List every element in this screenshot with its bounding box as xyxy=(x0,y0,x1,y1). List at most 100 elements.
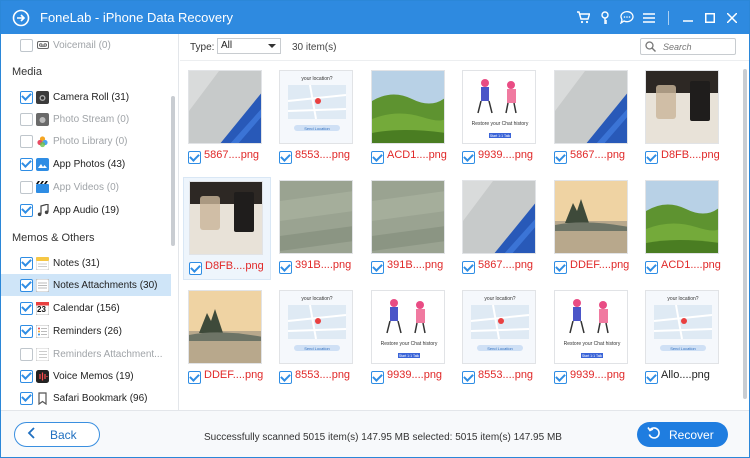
thumbnail-checkbox[interactable] xyxy=(645,371,658,384)
minimize-icon[interactable] xyxy=(677,1,699,34)
checkbox[interactable] xyxy=(20,38,33,52)
thumbnail-tile[interactable]: D8FB....png xyxy=(640,67,728,170)
thumbnail-checkbox[interactable] xyxy=(462,151,475,164)
thumbnail-tile[interactable]: your location? Send Location 8553....png xyxy=(457,287,545,390)
checkbox[interactable] xyxy=(20,301,33,315)
thumbnail-image[interactable] xyxy=(645,180,719,254)
thumbnail-image[interactable] xyxy=(371,70,445,144)
thumbnail-checkbox[interactable] xyxy=(371,151,384,164)
content-scrollbar[interactable] xyxy=(742,63,748,403)
sidebar-item-app-audio[interactable]: App Audio (19) xyxy=(1,199,171,221)
recover-button[interactable]: Recover xyxy=(637,422,728,447)
checkbox[interactable] xyxy=(20,278,33,292)
thumbnail-tile[interactable]: 5867....png xyxy=(457,177,545,280)
thumbnail-image[interactable] xyxy=(188,290,262,364)
thumbnail-tile[interactable]: ACD1....png xyxy=(640,177,728,280)
thumbnail-image[interactable] xyxy=(279,180,353,254)
thumbnail-tile[interactable]: DDEF....png xyxy=(183,287,271,390)
thumbnail-image[interactable]: your location? Send Location xyxy=(279,290,353,364)
checkbox[interactable] xyxy=(20,180,33,194)
checkbox[interactable] xyxy=(20,391,33,405)
checkbox[interactable] xyxy=(20,256,33,270)
checkbox[interactable] xyxy=(20,157,33,171)
close-icon[interactable] xyxy=(721,1,743,34)
sidebar-item-reminders[interactable]: Reminders (26) xyxy=(1,320,171,342)
thumbnail-image[interactable]: Restore your Chat history Start 1:1 Talk xyxy=(371,290,445,364)
scrollbar-thumb[interactable] xyxy=(743,69,747,399)
thumbnail-checkbox[interactable] xyxy=(189,262,202,275)
thumbnail-tile[interactable]: ACD1....png xyxy=(366,67,454,170)
thumbnail-tile[interactable]: your location? Send Location 8553....png xyxy=(274,287,362,390)
thumbnail-tile[interactable]: 391B....png xyxy=(366,177,454,280)
cart-icon[interactable] xyxy=(572,1,594,34)
thumbnail-checkbox[interactable] xyxy=(462,371,475,384)
thumbnail-tile[interactable]: your location? Send Location 8553....png xyxy=(274,67,362,170)
back-button[interactable]: Back xyxy=(14,422,100,447)
thumbnail-checkbox[interactable] xyxy=(188,151,201,164)
thumbnail-tile[interactable]: Restore your Chat history Start 1:1 Talk 9… xyxy=(366,287,454,390)
thumbnail-image[interactable]: your location? Send Location xyxy=(279,70,353,144)
thumbnail-image[interactable]: Restore your Chat history Start 1:1 Talk xyxy=(462,70,536,144)
sidebar-item-safari-bookmark[interactable]: Safari Bookmark (96) xyxy=(1,387,171,409)
chat-icon[interactable] xyxy=(616,1,638,34)
checkbox[interactable] xyxy=(20,369,33,383)
thumbnail-image[interactable] xyxy=(371,180,445,254)
thumbnail-checkbox[interactable] xyxy=(645,261,658,274)
sidebar-item-app-videos[interactable]: App Videos (0) xyxy=(1,176,171,198)
thumbnail-tile[interactable]: 391B....png xyxy=(274,177,362,280)
search-input[interactable] xyxy=(663,41,731,53)
thumbnail-checkbox[interactable] xyxy=(188,371,201,384)
checkbox[interactable] xyxy=(20,324,33,338)
thumbnail-checkbox[interactable] xyxy=(645,151,658,164)
thumbnail-tile[interactable]: your location? Send Location Allo....png xyxy=(640,287,728,390)
checkbox[interactable] xyxy=(20,347,33,361)
thumbnail-checkbox[interactable] xyxy=(279,261,292,274)
thumbnail-image[interactable]: your location? Send Location xyxy=(462,290,536,364)
sidebar-item-camera-roll[interactable]: Camera Roll (31) xyxy=(1,86,171,108)
maximize-icon[interactable] xyxy=(699,1,721,34)
sidebar-item-notes[interactable]: Notes (31) xyxy=(1,252,171,274)
sidebar-item-calendar[interactable]: 23 Calendar (156) xyxy=(1,297,171,319)
thumbnail-image[interactable] xyxy=(554,180,628,254)
checkbox[interactable] xyxy=(20,203,33,217)
thumbnail-image[interactable] xyxy=(188,70,262,144)
thumbnail-tile[interactable]: Restore your Chat history Start 1:1 Talk 9… xyxy=(549,287,637,390)
sidebar-item-notes-attachments[interactable]: Notes Attachments (30) xyxy=(1,274,171,296)
sidebar-item-label: Reminders (26) xyxy=(53,325,122,337)
thumbnail-checkbox[interactable] xyxy=(462,261,475,274)
thumbnail-checkbox[interactable] xyxy=(554,151,567,164)
thumbnail-tile[interactable]: 5867....png xyxy=(183,67,271,170)
thumbnail-tile[interactable]: D8FB....png xyxy=(183,177,271,280)
thumbnail-tile[interactable]: Restore your Chat history Start 1:1 Talk 9… xyxy=(457,67,545,170)
thumbnail-image[interactable]: your location? Send Location xyxy=(645,290,719,364)
thumbnail-checkbox[interactable] xyxy=(554,261,567,274)
thumbnail-checkbox[interactable] xyxy=(371,371,384,384)
sidebar-item-voice-memos[interactable]: Voice Memos (19) xyxy=(1,365,171,387)
sidebar-item-voicemail[interactable]: Voicemail (0) xyxy=(1,34,171,56)
menu-icon[interactable] xyxy=(638,1,660,34)
sidebar-item-photo-stream[interactable]: Photo Stream (0) xyxy=(1,108,171,130)
thumbnail-image[interactable] xyxy=(189,181,263,255)
sidebar-scrollbar[interactable] xyxy=(171,96,175,246)
photo-stream-icon xyxy=(36,112,49,126)
svg-text:Send Location: Send Location xyxy=(487,346,513,351)
sidebar-item-reminders-attachment[interactable]: Reminders Attachment... xyxy=(1,343,171,365)
thumbnail-checkbox[interactable] xyxy=(371,261,384,274)
thumbnail-image[interactable] xyxy=(554,70,628,144)
sidebar-item-photo-library[interactable]: Photo Library (0) xyxy=(1,130,171,152)
thumbnail-tile[interactable]: DDEF....png xyxy=(549,177,637,280)
checkbox[interactable] xyxy=(20,134,33,148)
thumbnail-image[interactable] xyxy=(645,70,719,144)
checkbox[interactable] xyxy=(20,112,33,126)
thumbnail-checkbox[interactable] xyxy=(554,371,567,384)
sidebar-item-app-photos[interactable]: App Photos (43) xyxy=(1,153,171,175)
thumbnail-image[interactable] xyxy=(462,180,536,254)
key-icon[interactable] xyxy=(594,1,616,34)
thumbnail-tile[interactable]: 5867....png xyxy=(549,67,637,170)
thumbnail-image[interactable]: Restore your Chat history Start 1:1 Talk xyxy=(554,290,628,364)
search-box[interactable] xyxy=(640,38,736,55)
type-select[interactable]: All xyxy=(217,38,281,54)
checkbox[interactable] xyxy=(20,90,33,104)
thumbnail-checkbox[interactable] xyxy=(279,151,292,164)
thumbnail-checkbox[interactable] xyxy=(279,371,292,384)
